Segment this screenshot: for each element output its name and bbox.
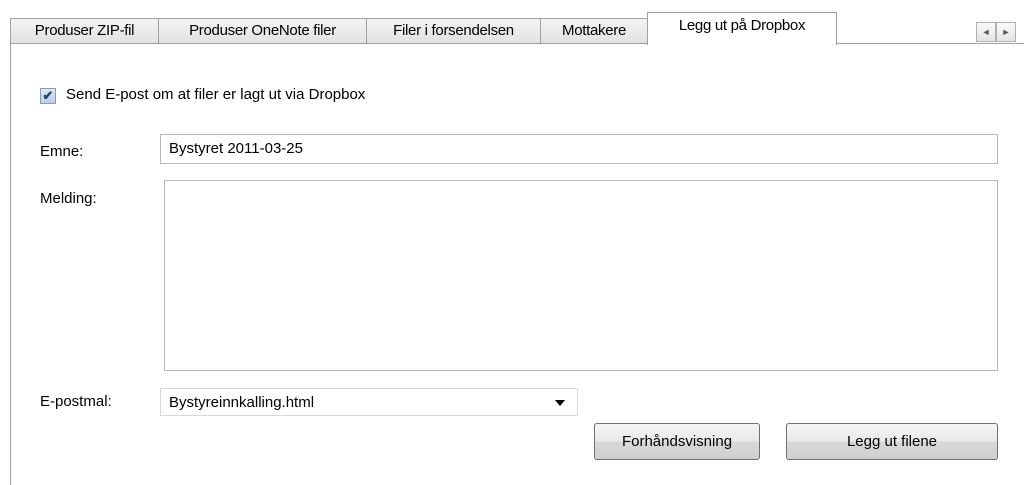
template-label: E-postmal:	[40, 393, 112, 410]
message-label: Melding:	[40, 190, 97, 207]
send-email-label[interactable]: Send E-post om at filer er lagt ut via D…	[66, 86, 365, 103]
subject-label: Emne:	[40, 143, 84, 160]
tab-mottakere[interactable]: Mottakere	[540, 18, 648, 43]
template-selected-value: Bystyreinnkalling.html	[169, 394, 315, 411]
tab-strip: Produser ZIP-fil Produser OneNote filer …	[0, 0, 1024, 45]
publish-files-button[interactable]: Legg ut filene	[786, 423, 998, 460]
panel-border	[10, 44, 11, 485]
tab-legg-ut-dropbox[interactable]: Legg ut på Dropbox	[647, 12, 837, 45]
subject-value: Bystyret 2011-03-25	[169, 140, 303, 157]
tab-filer-i-forsendelsen[interactable]: Filer i forsendelsen	[366, 18, 541, 43]
subject-input[interactable]: Bystyret 2011-03-25	[160, 134, 998, 164]
scroll-right-icon[interactable]: ►	[996, 22, 1016, 42]
preview-button[interactable]: Forhåndsvisning	[594, 423, 760, 460]
tab-scroll-buttons: ◄ ►	[976, 22, 1024, 42]
send-email-checkbox[interactable]: ✔	[40, 88, 56, 104]
scroll-left-icon[interactable]: ◄	[976, 22, 996, 42]
tab-produser-zip[interactable]: Produser ZIP-fil	[10, 18, 159, 43]
template-select[interactable]: Bystyreinnkalling.html	[160, 388, 578, 416]
tab-divider	[10, 43, 1024, 44]
chevron-down-icon[interactable]	[555, 400, 565, 406]
message-textarea[interactable]	[164, 180, 998, 371]
tab-produser-onenote[interactable]: Produser OneNote filer	[158, 18, 367, 43]
